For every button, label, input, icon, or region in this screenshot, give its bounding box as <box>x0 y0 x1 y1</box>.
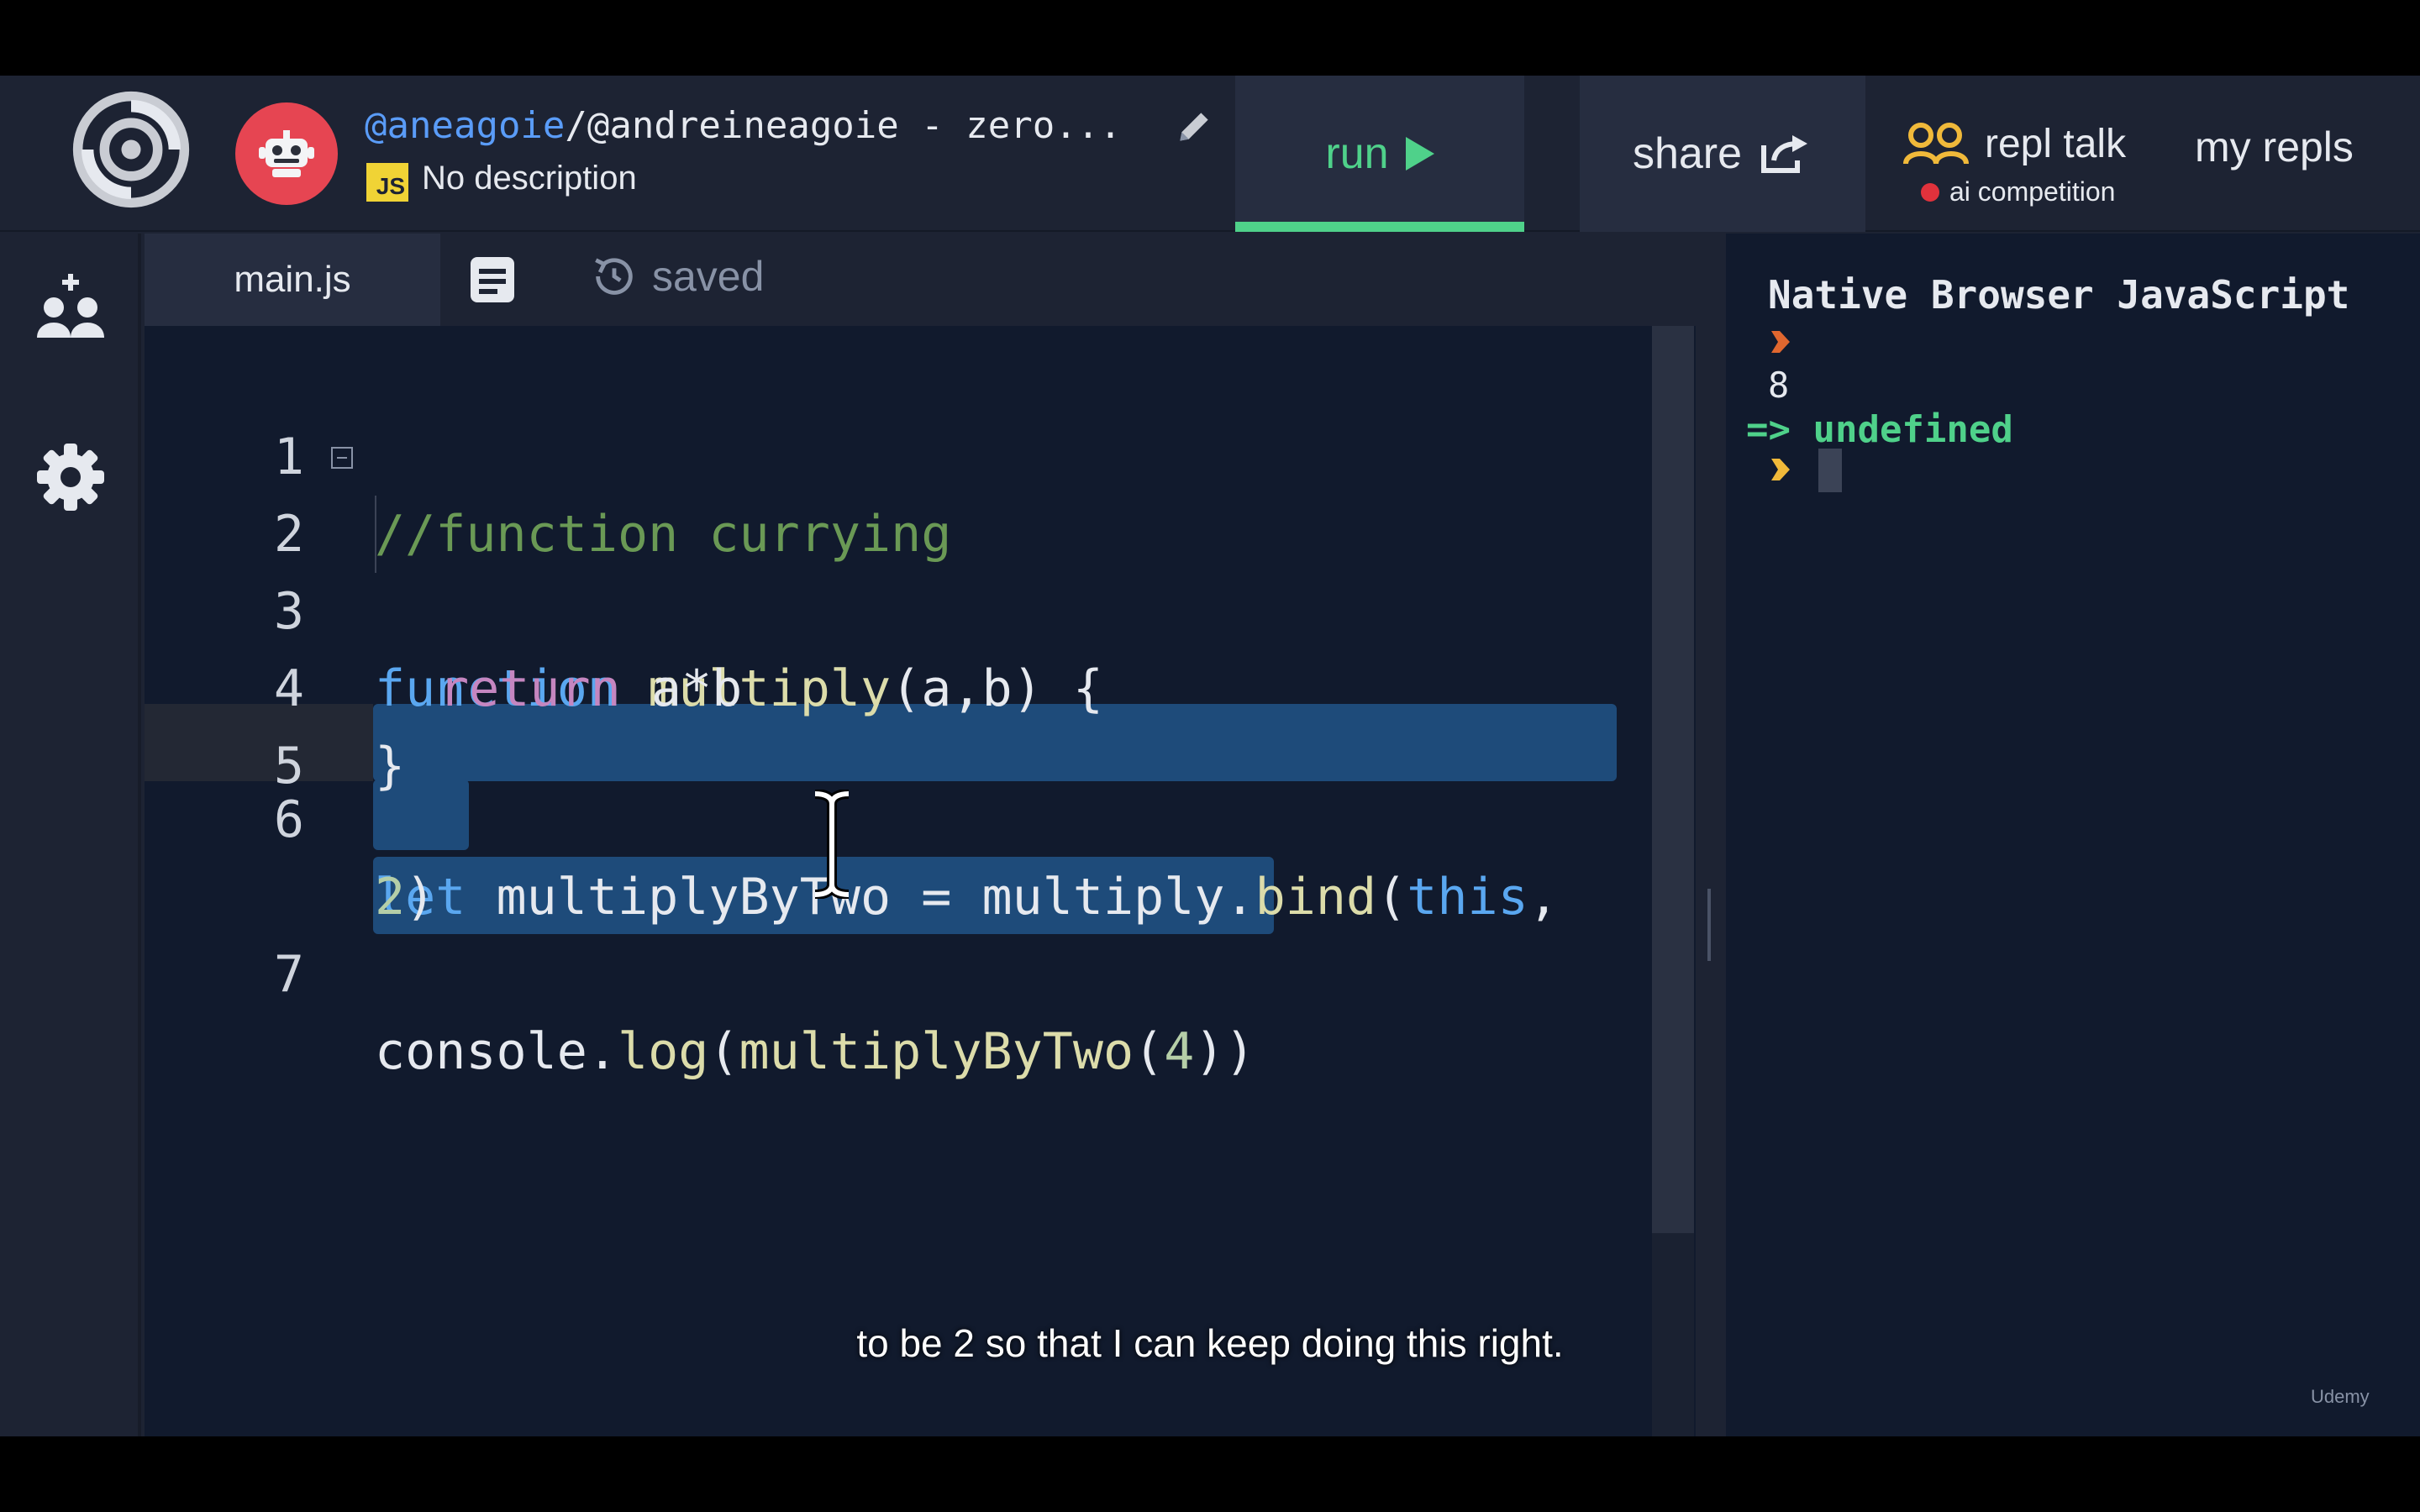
code-line: 4 } <box>145 573 1657 795</box>
fold-toggle-icon[interactable] <box>331 447 353 469</box>
code-line: 1 //function currying <box>145 341 1657 564</box>
prompt-icon <box>1771 459 1790 480</box>
repl-name: /@andreineagoie - zero... <box>565 104 1122 147</box>
gear-icon[interactable] <box>34 440 108 514</box>
resize-handle[interactable] <box>1707 889 1711 961</box>
share-icon <box>1761 135 1808 173</box>
console-result: => undefined <box>1746 408 2013 451</box>
repl-talk-link[interactable]: repl talk <box>1902 121 2126 167</box>
line-number: 7 <box>273 945 304 1004</box>
console-title: Native Browser JavaScript <box>1768 272 2350 318</box>
repl-description[interactable]: No description <box>422 160 637 197</box>
avatar[interactable] <box>235 102 338 205</box>
play-icon <box>1405 137 1434 171</box>
prompt-icon <box>1771 331 1790 353</box>
letterbox-top <box>0 0 2420 76</box>
code-line-wrap: 2) <box>145 781 1657 927</box>
header: @aneagoie/@andreineagoie - zero... JS No… <box>0 76 2420 232</box>
people-icon <box>1903 122 1969 165</box>
share-button[interactable]: share <box>1580 76 1865 232</box>
code-line: 6 let multiplyByTwo = multiply.bind(this… <box>145 704 1657 927</box>
saved-status: saved <box>590 252 764 301</box>
console-input-caret[interactable] <box>1818 449 1842 492</box>
code-line: 2 function multiply(a,b) { <box>145 418 1657 718</box>
scroll-thumb[interactable] <box>1652 326 1694 1233</box>
ai-competition-link[interactable]: ai competition <box>1921 176 2115 207</box>
ai-competition-label: ai competition <box>1949 176 2116 207</box>
replit-logo-icon[interactable] <box>71 89 192 210</box>
text-cursor-icon <box>814 790 850 899</box>
robot-icon <box>259 130 314 177</box>
share-label: share <box>1632 129 1743 178</box>
code-line: 7 console.log(multiplyByTwo(4)) <box>145 858 1657 1081</box>
run-progress-bar <box>1235 222 1524 232</box>
sidebar <box>0 234 141 1436</box>
run-label: run <box>1325 129 1389 178</box>
repl-title[interactable]: @aneagoie/@andreineagoie - zero... <box>365 104 1122 147</box>
live-dot-icon <box>1921 182 1939 202</box>
add-people-icon[interactable] <box>34 270 108 344</box>
history-icon <box>595 258 633 295</box>
js-language-badge: JS <box>366 163 408 202</box>
repl-talk-label: repl talk <box>1985 122 2127 166</box>
saved-label: saved <box>652 253 765 300</box>
editor-tabs: main.js saved <box>145 234 1696 326</box>
console-output: 8 <box>1768 365 1790 406</box>
repl-app: @aneagoie/@andreineagoie - zero... JS No… <box>0 76 2420 1436</box>
editor-scrollbar[interactable] <box>1652 326 1694 1436</box>
code-line: 3 return a*b <box>145 496 1657 718</box>
code-editor: main.js saved 1 //function currying 2 fu… <box>145 234 1696 1436</box>
video-caption: to be 2 so that I can keep doing this ri… <box>856 1321 1564 1365</box>
letterbox-bottom <box>0 1436 2420 1512</box>
repl-owner-link[interactable]: @aneagoie <box>365 104 565 147</box>
code-text: console.log(multiplyByTwo(4)) <box>375 1022 1255 1081</box>
code-area[interactable]: 1 //function currying 2 function multipl… <box>145 326 1696 1436</box>
console-pane[interactable]: Native Browser JavaScript 8 => undefined <box>1726 234 2420 1436</box>
udemy-watermark: Udemy <box>2311 1386 2370 1407</box>
tab-main-js[interactable]: main.js <box>145 234 440 326</box>
run-button[interactable]: run <box>1235 76 1524 232</box>
pencil-icon[interactable] <box>1173 106 1215 148</box>
pane-divider[interactable] <box>1696 234 1726 1436</box>
document-icon[interactable] <box>469 255 516 304</box>
my-repls-link[interactable]: my repls <box>2195 123 2354 171</box>
